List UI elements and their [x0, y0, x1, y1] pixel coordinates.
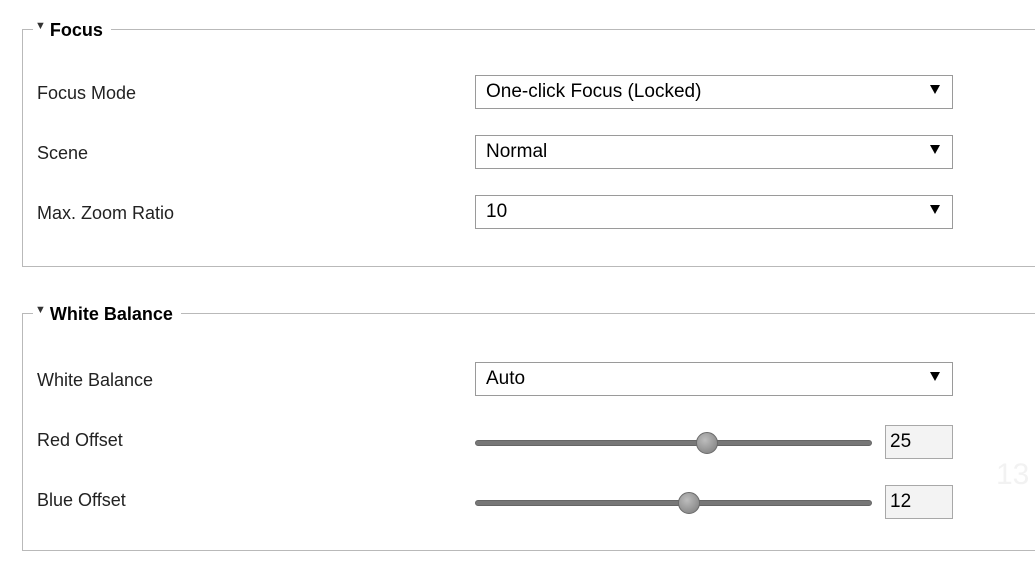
- scene-select[interactable]: Normal: [475, 135, 953, 169]
- collapse-caret-icon[interactable]: ▼: [35, 304, 46, 316]
- dropdown-arrow-icon: [930, 145, 940, 154]
- background-watermark-number: 13: [996, 458, 1030, 491]
- white-balance-section: ▼ White Balance White Balance Auto Red O…: [22, 302, 1035, 551]
- slider-track[interactable]: [475, 440, 872, 446]
- red-offset-label: Red Offset: [37, 430, 123, 450]
- slider-thumb[interactable]: [696, 432, 719, 454]
- focus-mode-value: One-click Focus (Locked): [486, 81, 702, 102]
- white-balance-label: White Balance: [37, 370, 154, 390]
- max-zoom-ratio-value: 10: [486, 201, 508, 222]
- dropdown-arrow-icon: [930, 372, 940, 381]
- focus-section-title: Focus: [49, 19, 103, 40]
- blue-offset-label: Blue Offset: [37, 490, 126, 510]
- white-balance-select[interactable]: Auto: [475, 362, 953, 396]
- white-balance-value: Auto: [486, 368, 526, 389]
- max-zoom-ratio-select[interactable]: 10: [475, 195, 953, 229]
- blue-offset-slider[interactable]: [475, 492, 872, 514]
- dropdown-arrow-icon: [930, 85, 940, 94]
- settings-page: ▼ Focus Focus Mode One-click Focus (Lock…: [0, 0, 1035, 570]
- collapse-caret-icon[interactable]: ▼: [35, 20, 46, 32]
- focus-section-header[interactable]: ▼ Focus: [33, 18, 111, 42]
- focus-mode-select[interactable]: One-click Focus (Locked): [475, 75, 953, 109]
- red-offset-value-box[interactable]: 25: [885, 425, 953, 459]
- max-zoom-ratio-label: Max. Zoom Ratio: [37, 203, 175, 223]
- focus-section: ▼ Focus Focus Mode One-click Focus (Lock…: [22, 18, 1035, 267]
- dropdown-arrow-icon: [930, 205, 940, 214]
- scene-value: Normal: [486, 141, 548, 162]
- blue-offset-value-box[interactable]: 12: [885, 485, 953, 519]
- white-balance-section-title: White Balance: [49, 303, 173, 324]
- focus-mode-label: Focus Mode: [37, 83, 137, 103]
- scene-label: Scene: [37, 143, 89, 163]
- slider-track[interactable]: [475, 500, 872, 506]
- slider-thumb[interactable]: [677, 492, 700, 514]
- white-balance-section-header[interactable]: ▼ White Balance: [33, 302, 181, 326]
- red-offset-slider[interactable]: [475, 432, 872, 454]
